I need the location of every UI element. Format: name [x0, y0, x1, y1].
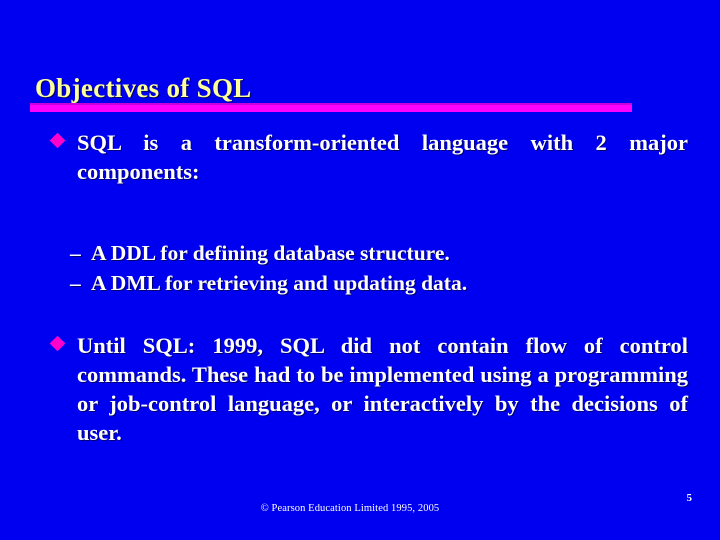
- slide-page-number: 5: [686, 492, 693, 504]
- en-dash-bullet-icon: –: [70, 241, 81, 265]
- sub-bullet-item-2: – A DML for retrieving and updating data…: [70, 268, 688, 298]
- copyright-credit: © Pearson Education Limited 1995, 2005: [260, 503, 440, 514]
- title-block: Objectives of SQL: [35, 75, 635, 102]
- sub-bullet-item-1-text: A DDL for defining database structure.: [91, 241, 450, 265]
- page-title: Objectives of SQL: [35, 73, 252, 103]
- bullet-item-1: SQL is a transform-oriented language wit…: [48, 128, 688, 215]
- sub-bullet-list-1: – A DDL for defining database structure.…: [48, 238, 688, 298]
- bullet-item-1-text: SQL is a transform-oriented language wit…: [77, 130, 688, 184]
- title-underline-rule: [30, 103, 632, 112]
- slide-canvas: Objectives of SQL SQL is a transform-ori…: [0, 0, 720, 540]
- diamond-bullet-icon: [49, 335, 66, 352]
- sub-bullet-item-1: – A DDL for defining database structure.: [70, 238, 688, 268]
- body-content: SQL is a transform-oriented language wit…: [48, 128, 688, 476]
- bullet-item-2: Until SQL: 1999, SQL did not contain flo…: [48, 331, 688, 476]
- diamond-bullet-icon: [49, 132, 66, 149]
- en-dash-bullet-icon: –: [70, 271, 81, 295]
- sub-bullet-item-2-text: A DML for retrieving and updating data.: [91, 271, 468, 295]
- bullet-item-2-text: Until SQL: 1999, SQL did not contain flo…: [77, 333, 688, 445]
